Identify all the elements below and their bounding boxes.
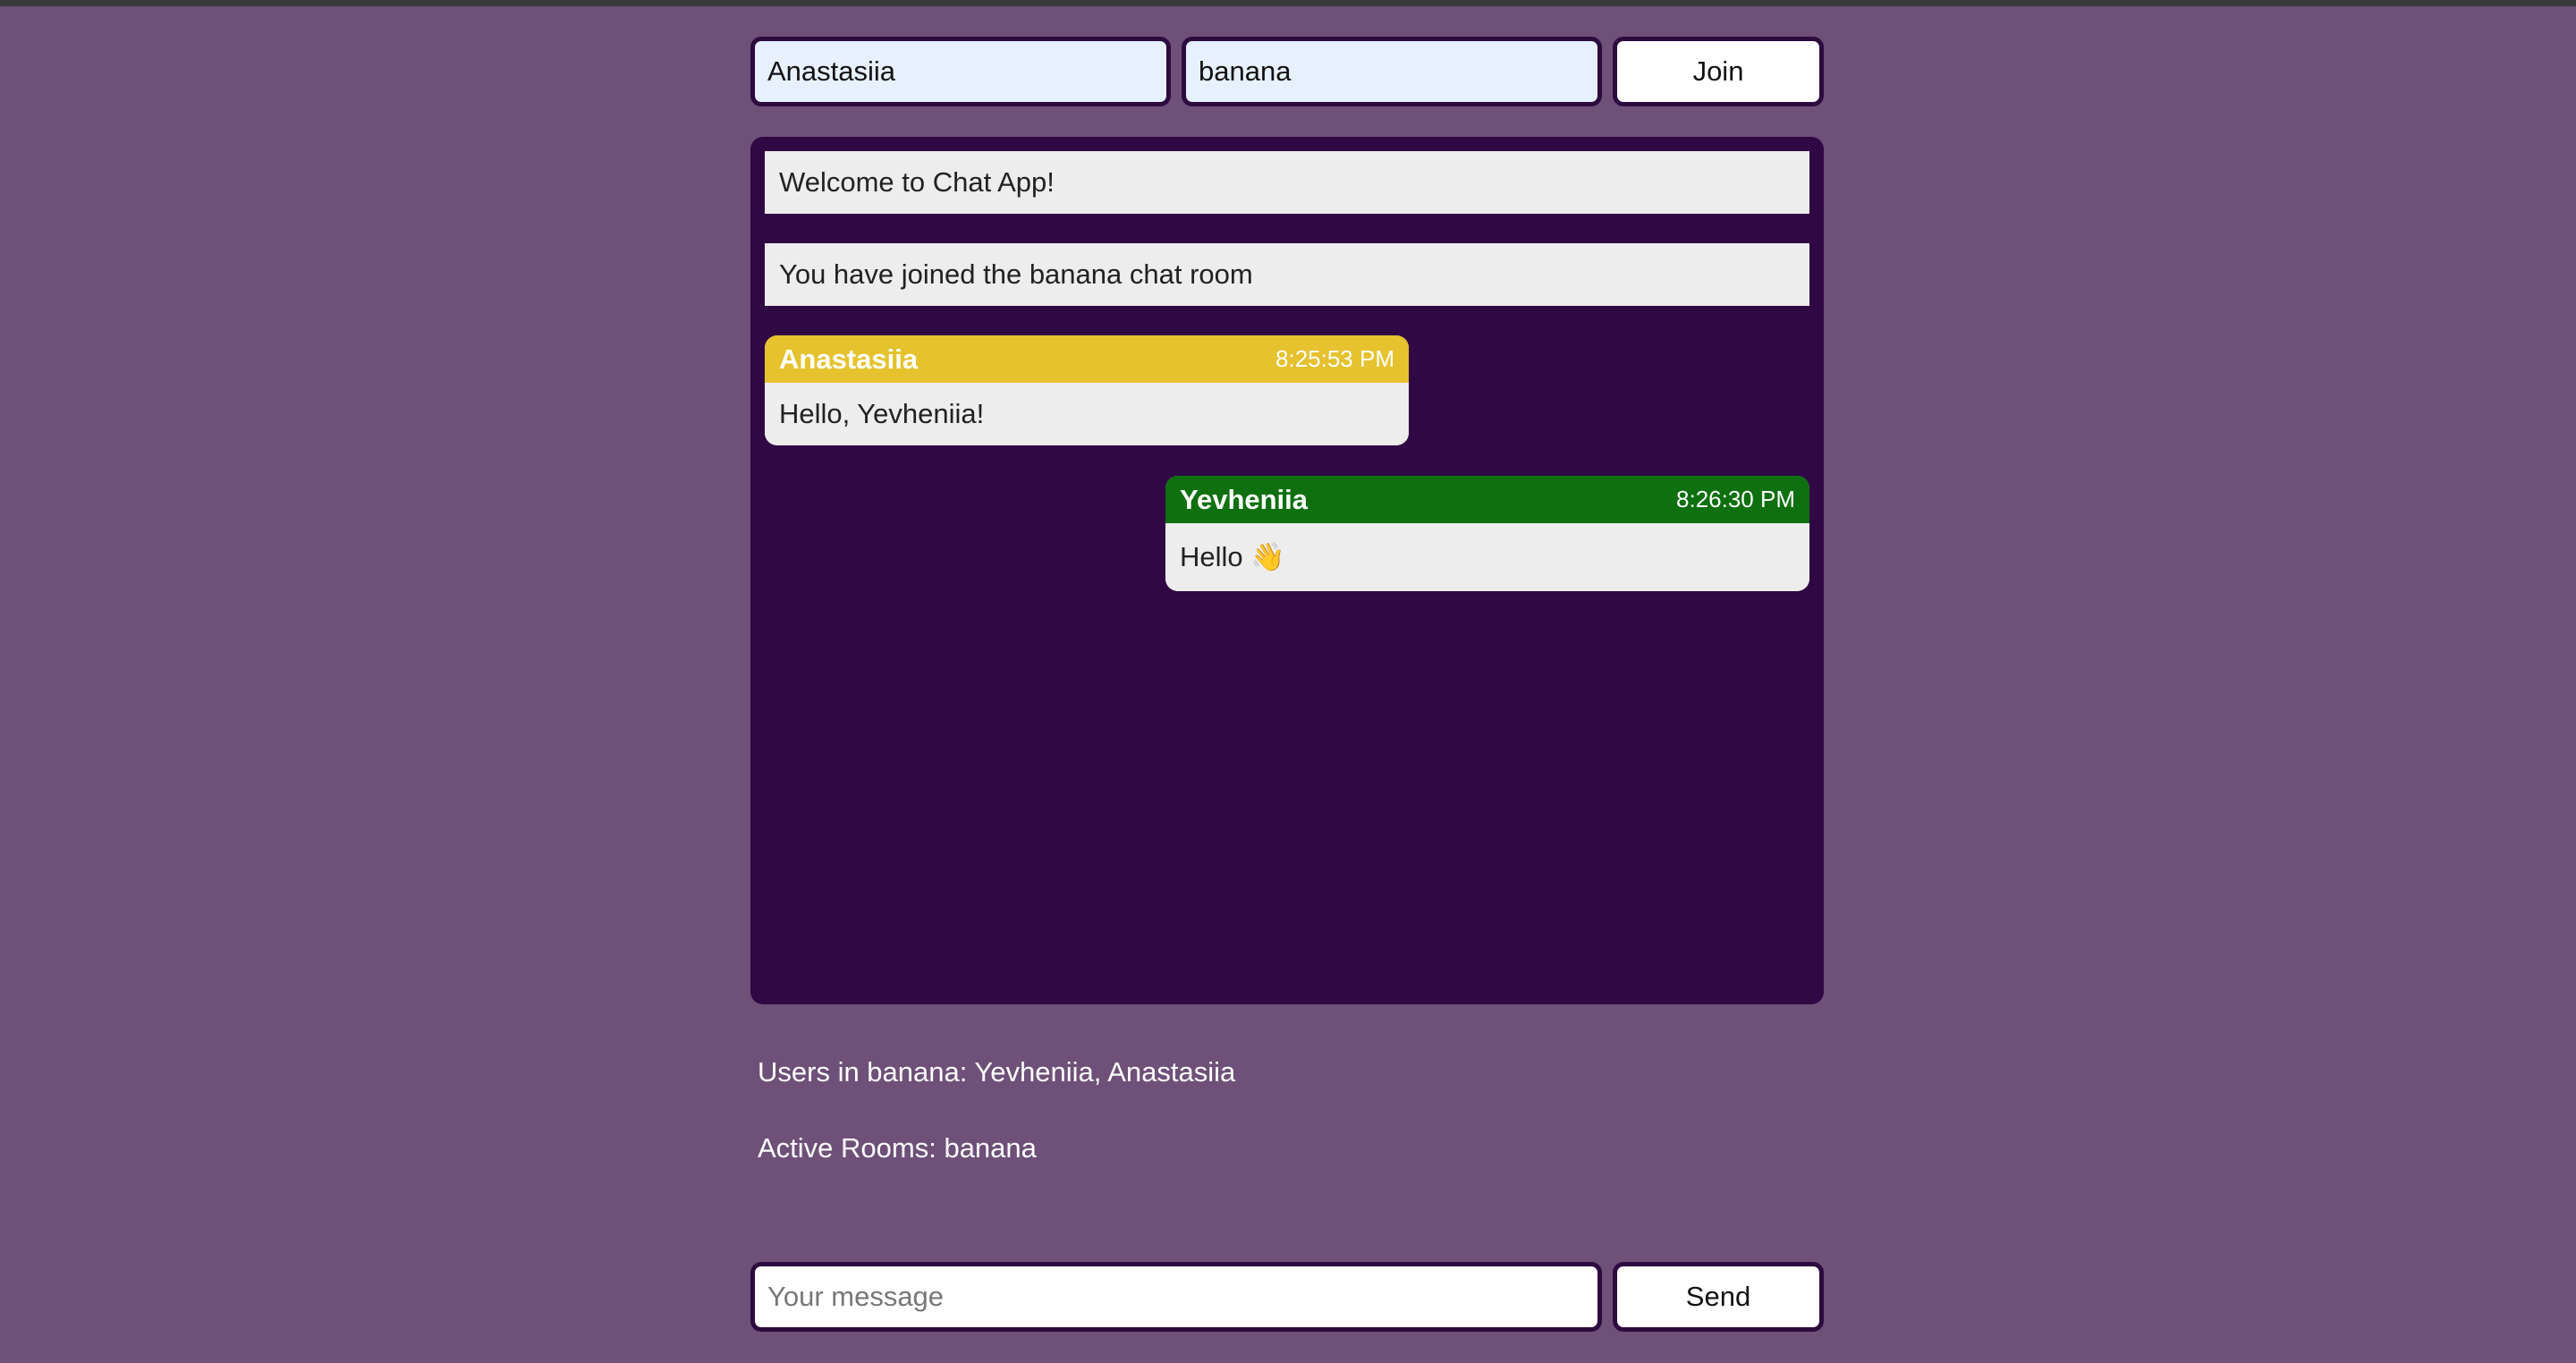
users-in-room: Users in banana: Yevheniia, Anastasiia (758, 1056, 1236, 1088)
active-rooms: Active Rooms: banana (758, 1132, 1037, 1164)
send-button[interactable]: Send (1613, 1262, 1824, 1332)
window-top-strip (0, 0, 2576, 6)
message-time: 8:25:53 PM (1275, 345, 1394, 372)
system-message: You have joined the banana chat room (765, 243, 1809, 306)
message-author: Yevheniia (1180, 483, 1309, 515)
message-text: Hello 👋 (1165, 523, 1809, 591)
room-info: Users in banana: Yevheniia, Anastasiia A… (750, 1054, 1824, 1166)
system-message: Welcome to Chat App! (765, 151, 1809, 214)
message-time: 8:26:30 PM (1676, 486, 1795, 512)
chat-message: Anastasiia 8:25:53 PM Hello, Yevheniia! (765, 335, 1409, 445)
message-header: Yevheniia 8:26:30 PM (1165, 476, 1809, 523)
chat-display[interactable]: Welcome to Chat App! You have joined the… (750, 137, 1824, 1004)
message-header: Anastasiia 8:25:53 PM (765, 335, 1409, 383)
chat-app: Join Welcome to Chat App! You have joine… (750, 37, 1824, 1166)
chat-message: Yevheniia 8:26:30 PM Hello 👋 (1165, 476, 1809, 591)
message-text: Hello, Yevheniia! (765, 383, 1409, 445)
message-author: Anastasiia (779, 343, 919, 375)
send-form: Send (750, 1262, 1824, 1332)
room-input[interactable] (1182, 37, 1602, 106)
name-input[interactable] (750, 37, 1171, 106)
join-form: Join (750, 37, 1824, 106)
join-button[interactable]: Join (1613, 37, 1824, 106)
message-input[interactable] (750, 1262, 1602, 1332)
